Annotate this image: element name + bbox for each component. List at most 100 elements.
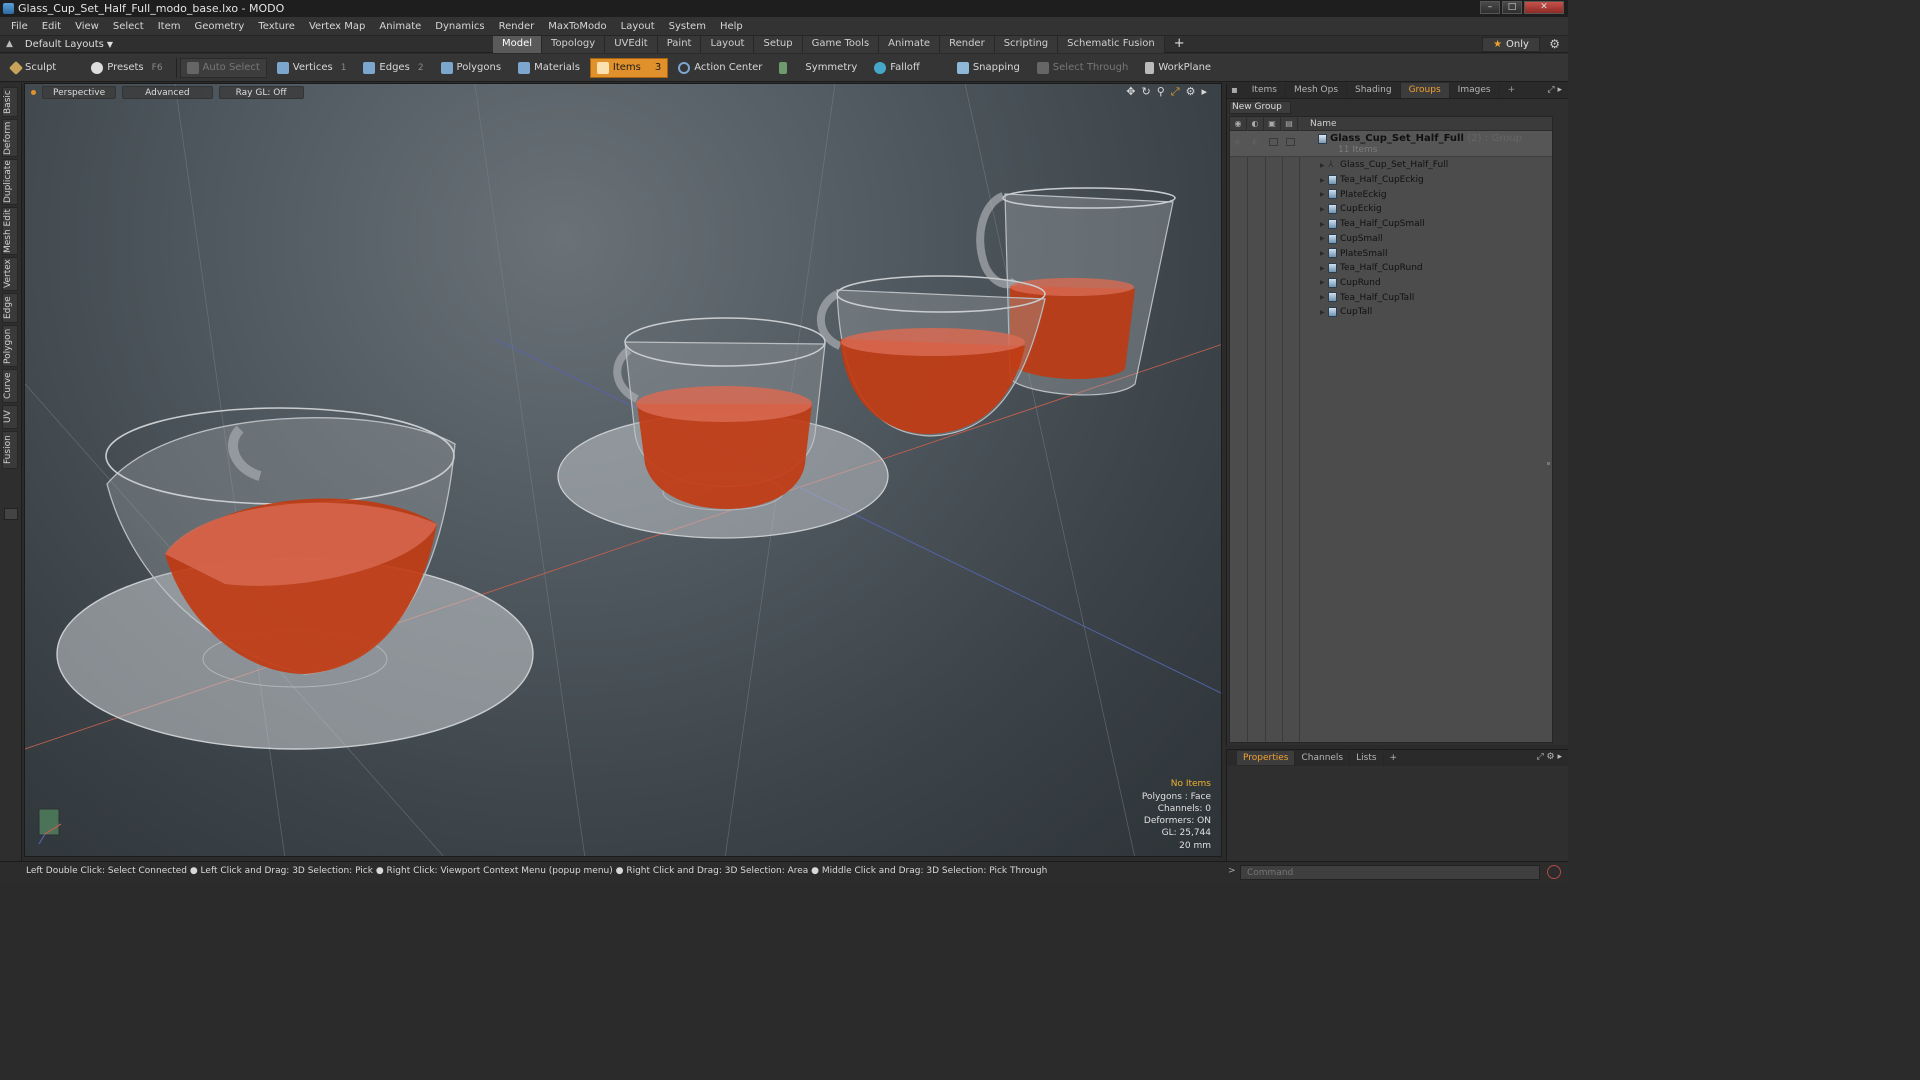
menu-select[interactable]: Select — [106, 21, 151, 32]
column-name[interactable]: Name — [1310, 119, 1337, 129]
rotate-icon[interactable]: ↻ — [1142, 85, 1151, 99]
tree-item-row[interactable]: ▶ CupRund — [1230, 276, 1552, 291]
left-tab-vertex[interactable]: Vertex — [2, 257, 18, 291]
properties-expand-icon[interactable]: ⤢ ⚙ ▸ — [1536, 752, 1562, 762]
tree-item-row[interactable]: ▶ Tea_Half_CupSmall — [1230, 217, 1552, 232]
sculpt-button[interactable]: Sculpt — [4, 58, 63, 78]
tab-scripting[interactable]: Scripting — [994, 36, 1059, 53]
group-select-toggle[interactable] — [1286, 138, 1295, 146]
tab-lists[interactable]: Lists — [1350, 751, 1384, 765]
expand-triangle-icon[interactable]: ▶ — [1320, 250, 1325, 257]
left-tab-basic[interactable]: Basic — [2, 87, 18, 117]
expand-triangle-icon[interactable]: ▶ — [1320, 206, 1325, 213]
raygl-toggle[interactable]: Ray GL: Off — [218, 85, 304, 99]
snapping-button[interactable]: Snapping — [950, 58, 1027, 78]
menu-maxtomodo[interactable]: MaxToModo — [541, 21, 613, 32]
left-tab-uv[interactable]: UV — [2, 405, 18, 429]
left-tab-polygon[interactable]: Polygon — [2, 325, 18, 367]
menu-system[interactable]: System — [662, 21, 713, 32]
falloff-button[interactable]: Falloff — [867, 58, 927, 78]
maximize-icon[interactable]: □ — [1502, 1, 1522, 14]
select-through-button[interactable]: Select Through — [1030, 58, 1136, 78]
gear-icon[interactable]: ⚙ — [1549, 37, 1560, 51]
edges-button[interactable]: Edges 2 — [356, 58, 430, 78]
tab-paint[interactable]: Paint — [657, 36, 702, 53]
left-tab-fusion[interactable]: Fusion — [2, 431, 18, 469]
tree-item-row[interactable]: ▶ CupTall — [1230, 305, 1552, 320]
tab-animate[interactable]: Animate — [879, 36, 941, 53]
tab-model[interactable]: Model — [493, 36, 543, 53]
menu-render[interactable]: Render — [492, 21, 542, 32]
menu-vertex-map[interactable]: Vertex Map — [302, 21, 372, 32]
left-tab-mesh-edit[interactable]: Mesh Edit — [2, 207, 18, 255]
tree-item-row[interactable]: ▶ ⅄ Glass_Cup_Set_Half_Full — [1230, 158, 1552, 173]
tab-topology[interactable]: Topology — [542, 36, 606, 53]
tab-items[interactable]: Items — [1244, 83, 1286, 98]
polygons-button[interactable]: Polygons — [434, 58, 509, 78]
viewport-expand-icon[interactable]: ▸ — [1201, 85, 1207, 99]
visibility-column-icon[interactable]: ◉ — [1230, 116, 1247, 131]
minimize-icon[interactable]: – — [1480, 1, 1500, 14]
select-column-icon[interactable]: ▤ — [1281, 116, 1298, 131]
menu-help[interactable]: Help — [713, 21, 750, 32]
tree-item-row[interactable]: ▶ PlateEckig — [1230, 187, 1552, 202]
vertices-button[interactable]: Vertices 1 — [270, 58, 354, 78]
group-visibility-icon[interactable]: ◉ — [1234, 137, 1241, 146]
menu-dynamics[interactable]: Dynamics — [428, 21, 491, 32]
close-icon[interactable]: ✕ — [1524, 1, 1564, 14]
new-group-button[interactable]: New Group — [1229, 101, 1291, 114]
viewport-settings-icon[interactable]: ⚙ — [1186, 85, 1196, 99]
expand-triangle-icon[interactable]: ▶ — [1320, 309, 1325, 316]
symmetry-button[interactable]: Symmetry — [772, 58, 864, 78]
expand-triangle-icon[interactable]: ▶ — [1320, 279, 1325, 286]
tab-groups[interactable]: Groups — [1400, 83, 1450, 98]
tree-item-row[interactable]: ▶ Tea_Half_CupRund — [1230, 261, 1552, 276]
only-button[interactable]: ★ Only — [1482, 37, 1540, 52]
pan-icon[interactable]: ✥ — [1126, 85, 1135, 99]
menu-geometry[interactable]: Geometry — [187, 21, 251, 32]
expand-triangle-icon[interactable]: ▶ — [1320, 162, 1325, 169]
left-tab-edge[interactable]: Edge — [2, 293, 18, 323]
tab-setup[interactable]: Setup — [754, 36, 803, 53]
tree-item-row[interactable]: ▶ Tea_Half_CupEckig — [1230, 173, 1552, 188]
tab-schematic-fusion[interactable]: Schematic Fusion — [1058, 36, 1165, 53]
command-input[interactable] — [1240, 865, 1540, 880]
tab-render[interactable]: Render — [940, 36, 995, 53]
group-render-icon[interactable]: ◐ — [1252, 137, 1259, 146]
add-properties-tab-button[interactable]: + — [1384, 751, 1404, 765]
expand-triangle-icon[interactable]: ▶ — [1320, 177, 1325, 184]
fit-view-icon[interactable]: ⤢ — [1171, 85, 1180, 99]
tab-images[interactable]: Images — [1450, 83, 1500, 98]
expand-triangle-icon[interactable]: ▶ — [1320, 221, 1325, 228]
tab-shading[interactable]: Shading — [1347, 83, 1401, 98]
panel-expand-icon[interactable]: ⤢ ▸ — [1547, 85, 1562, 95]
tab-layout[interactable]: Layout — [701, 36, 755, 53]
tree-item-row[interactable]: ▶ CupSmall — [1230, 232, 1552, 247]
view-type-dropdown[interactable]: Perspective — [42, 85, 117, 99]
tab-game-tools[interactable]: Game Tools — [802, 36, 880, 53]
lock-column-icon[interactable]: ▣ — [1264, 116, 1281, 131]
scrollbar-marker[interactable] — [1547, 462, 1550, 465]
viewport-menu-dot[interactable] — [31, 89, 36, 95]
workplane-button[interactable]: WorkPlane — [1138, 58, 1218, 78]
layout-dropdown[interactable]: ▲ Default Layouts ▼ — [6, 39, 113, 50]
command-stop-icon[interactable] — [1547, 865, 1561, 879]
tab-channels[interactable]: Channels — [1295, 751, 1351, 765]
items-button[interactable]: Items 3 — [589, 57, 669, 78]
action-center-button[interactable]: Action Center — [671, 58, 769, 78]
3d-viewport[interactable]: Perspective Advanced Ray GL: Off ✥ ↻ ⚲ ⤢… — [24, 83, 1222, 857]
shading-mode-dropdown[interactable]: Advanced — [122, 85, 213, 99]
left-panel-toggle[interactable] — [4, 508, 18, 520]
panel-menu-dot[interactable]: ▪ — [1231, 85, 1238, 96]
tab-mesh-ops[interactable]: Mesh Ops — [1286, 83, 1348, 98]
tree-item-row[interactable]: ▶ Tea_Half_CupTall — [1230, 290, 1552, 305]
group-lock-toggle[interactable] — [1269, 138, 1278, 146]
tab-properties[interactable]: Properties — [1237, 751, 1296, 765]
collapse-arrow-icon[interactable]: ▲ — [6, 39, 13, 49]
tab-uvedit[interactable]: UVEdit — [605, 36, 658, 53]
presets-button[interactable]: Presets F6 — [84, 58, 169, 78]
group-row[interactable]: ◉ ◐ Glass_Cup_Set_Half_Full (2) : Group … — [1230, 131, 1552, 157]
command-history-arrow-icon[interactable]: > — [1228, 866, 1236, 876]
add-tab-button[interactable]: + — [1165, 36, 1194, 53]
left-tab-duplicate[interactable]: Duplicate — [2, 159, 18, 205]
